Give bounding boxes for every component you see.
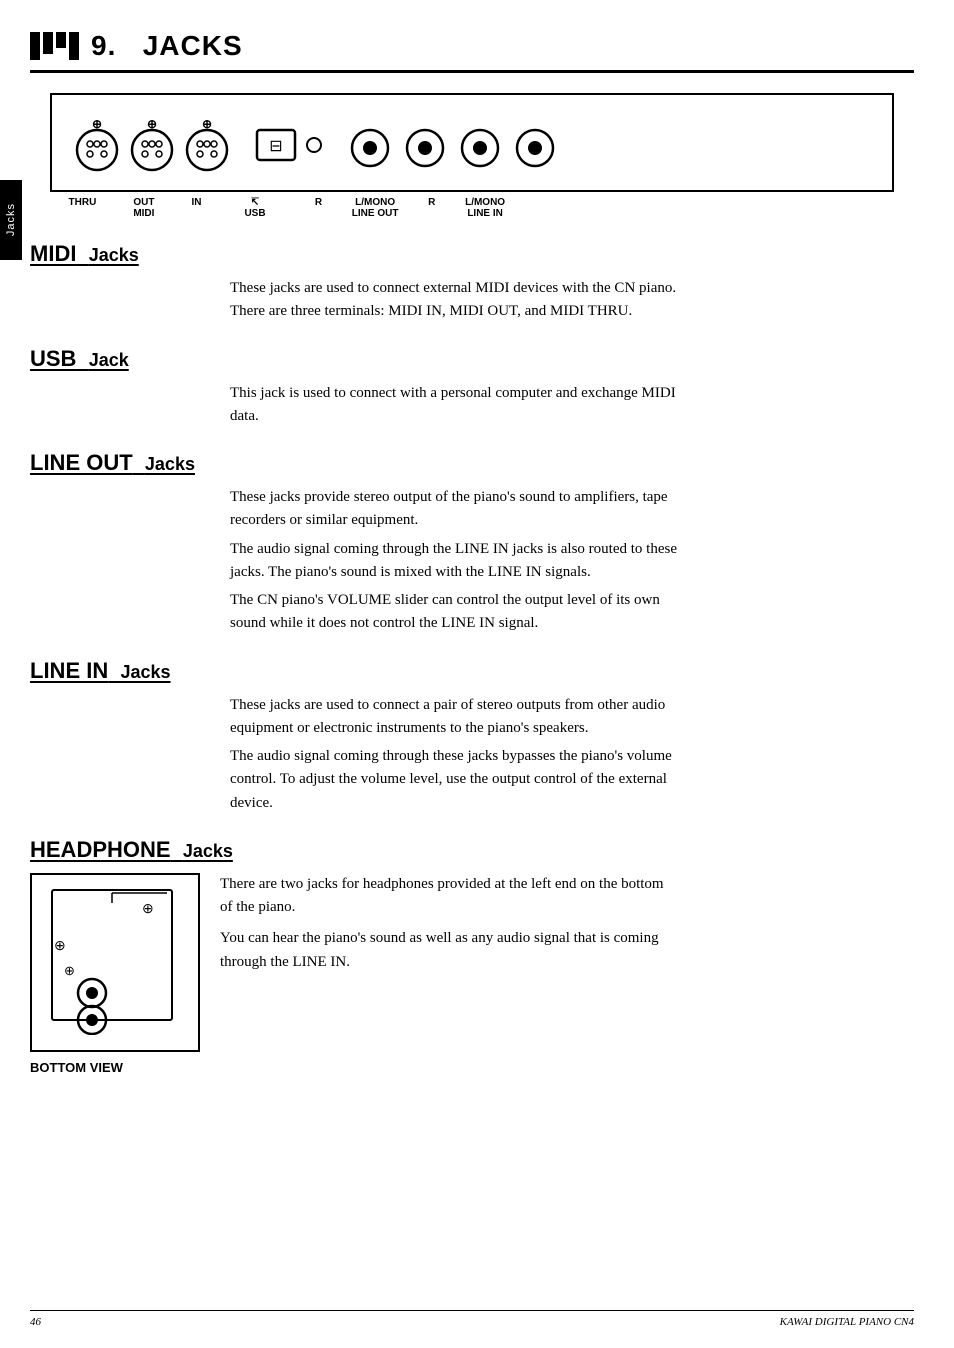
headphone-text: There are two jacks for headphones provi… <box>220 873 914 974</box>
midi-section: MIDI Jacks These jacks are used to conne… <box>30 241 914 324</box>
headphone-section: HEADPHONE Jacks ⊕ ⊕ ⊕ <box>30 837 914 1075</box>
usb-text: This jack is used to connect with a pers… <box>230 382 914 429</box>
svg-text:⊟: ⊟ <box>269 138 282 155</box>
usb-diagram-svg: ⊟ <box>252 110 332 180</box>
midi-text1: These jacks are used to connect external… <box>230 277 914 324</box>
footer: 46 KAWAI DIGITAL PIANO CN4 <box>30 1310 914 1328</box>
line-in-section: LINE IN Jacks These jacks are used to co… <box>30 658 914 815</box>
side-tab: Jacks <box>0 180 22 260</box>
title-icon <box>30 32 79 60</box>
diagram-labels-row: THRU OUT MIDI IN ↸ USB R L/MONO LINE <box>50 197 894 219</box>
bottom-diagram-area: ⊕ ⊕ ⊕ BOTTOM VIEW <box>30 873 200 1075</box>
bottom-view-svg: ⊕ ⊕ ⊕ <box>42 885 192 1035</box>
headphone-heading: HEADPHONE Jacks <box>30 837 914 863</box>
line-out-section: LINE OUT Jacks These jacks provide stere… <box>30 450 914 636</box>
svg-text:⊕: ⊕ <box>202 117 212 131</box>
svg-text:⊕: ⊕ <box>92 117 102 131</box>
svg-text:⊕: ⊕ <box>142 902 154 917</box>
svg-text:⊕: ⊕ <box>147 117 157 131</box>
rca-diagram-svg <box>342 110 562 180</box>
page-title-area: 9. Jacks <box>30 30 914 73</box>
bottom-diagram: ⊕ ⊕ ⊕ <box>30 873 200 1052</box>
headphone-content: ⊕ ⊕ ⊕ BOTTOM VIEW <box>30 873 914 1075</box>
footer-product-name: KAWAI DIGITAL PIANO CN4 <box>780 1316 914 1328</box>
line-out-text: These jacks provide stereo output of the… <box>230 486 914 636</box>
top-diagram: ⊕ ⊕ ⊕ ⊟ <box>50 93 894 192</box>
svg-text:⊕: ⊕ <box>54 939 66 954</box>
footer-page-number: 46 <box>30 1316 41 1328</box>
bottom-view-label: BOTTOM VIEW <box>30 1060 123 1075</box>
line-in-text: These jacks are used to connect a pair o… <box>230 694 914 815</box>
midi-diagram-svg: ⊕ ⊕ ⊕ <box>72 110 242 180</box>
page-title: 9. Jacks <box>91 30 243 62</box>
usb-heading: USB Jack <box>30 346 914 372</box>
midi-heading: MIDI Jacks <box>30 241 914 267</box>
usb-section: USB Jack This jack is used to connect wi… <box>30 346 914 429</box>
svg-text:⊕: ⊕ <box>64 963 75 978</box>
line-in-heading: LINE IN Jacks <box>30 658 914 684</box>
line-out-heading: LINE OUT Jacks <box>30 450 914 476</box>
